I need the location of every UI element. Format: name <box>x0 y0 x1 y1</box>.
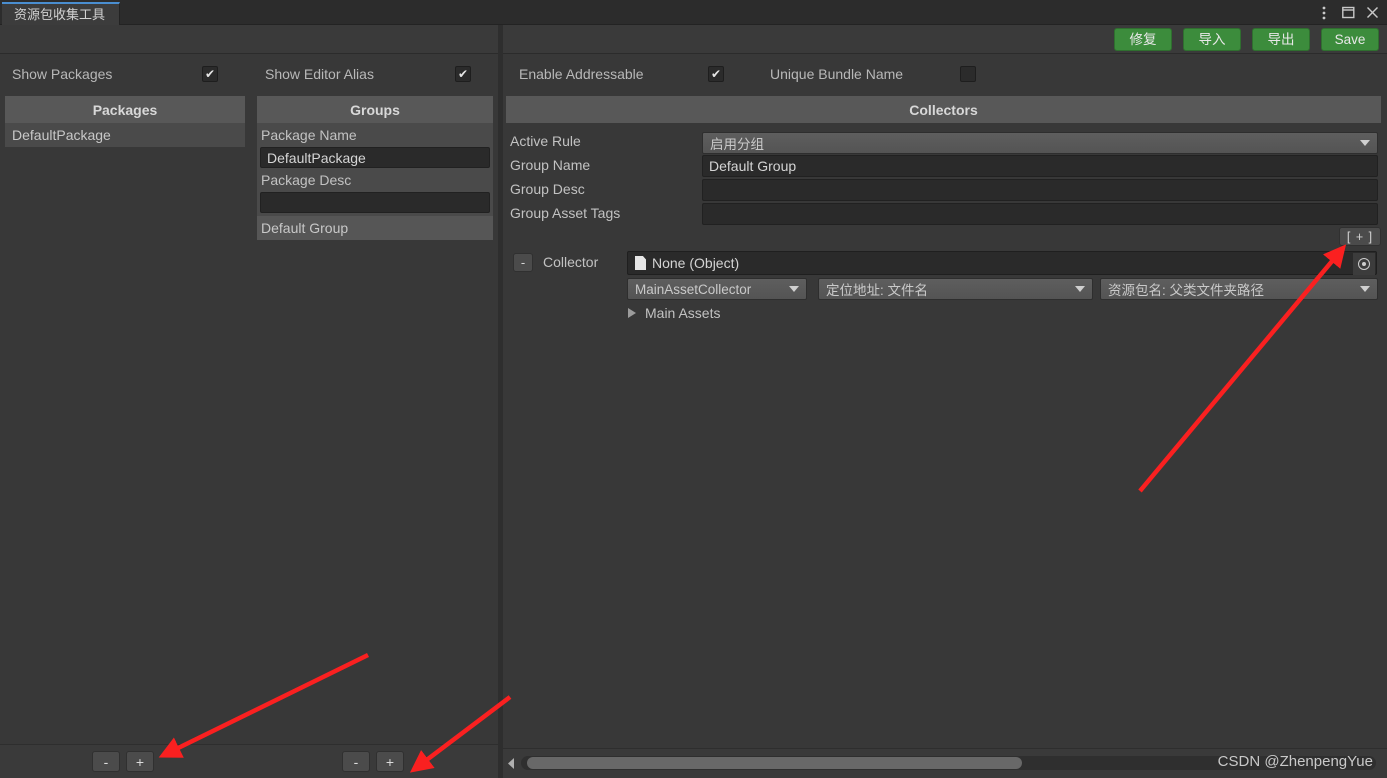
object-picker-icon[interactable] <box>1353 253 1375 275</box>
options-row: Show Packages Show Editor Alias Enable A… <box>0 54 1387 94</box>
group-list-item-label: Default Group <box>261 220 349 236</box>
asset-bundle-collector-window: 资源包收集工具 修复 导入 导出 Save Show Packages ✔ Sh… <box>0 0 1387 778</box>
export-button[interactable]: 导出 <box>1252 28 1310 51</box>
save-button[interactable]: Save <box>1321 28 1379 51</box>
package-name-label: Package Name <box>261 127 357 143</box>
packages-panel: Packages DefaultPackage <box>5 96 245 147</box>
checkbox-show-editor-alias-wrap <box>455 54 471 94</box>
main-assets-label: Main Assets <box>645 305 721 321</box>
panel-divider[interactable] <box>498 25 503 778</box>
watermark-text: CSDN @ZhenpengYue <box>1217 753 1373 770</box>
pack-rule-dropdown[interactable]: 资源包名: 父类文件夹路径 <box>1100 278 1378 300</box>
add-package-button[interactable]: + <box>126 751 154 772</box>
collector-type-value: MainAssetCollector <box>635 281 752 297</box>
option-show-editor-alias-label: Show Editor Alias <box>265 66 374 82</box>
active-rule-label: Active Rule <box>510 133 581 149</box>
chevron-down-icon <box>1075 286 1085 292</box>
tab-asset-bundle-collector[interactable]: 资源包收集工具 <box>2 2 121 25</box>
list-item[interactable]: Default Group <box>257 216 493 240</box>
collector-object-field[interactable]: None (Object) <box>627 251 1377 275</box>
package-list-item-label: DefaultPackage <box>12 127 111 143</box>
collector-label: Collector <box>543 254 599 270</box>
maximize-icon[interactable] <box>1337 2 1359 24</box>
chevron-down-icon <box>789 286 799 292</box>
remove-package-button[interactable]: - <box>92 751 120 772</box>
bottom-left-toolbar: - + - + <box>0 744 498 778</box>
chevron-down-icon <box>1360 140 1370 146</box>
groups-panel-header: Groups <box>257 96 493 123</box>
tab-label: 资源包收集工具 <box>14 7 106 22</box>
main-assets-foldout[interactable]: Main Assets <box>628 305 720 321</box>
package-name-input[interactable]: DefaultPackage <box>260 147 490 168</box>
active-rule-dropdown[interactable]: 启用分组 <box>702 132 1378 154</box>
option-unique-bundle-name: Unique Bundle Name <box>770 54 903 94</box>
option-unique-bundle-name-label: Unique Bundle Name <box>770 66 904 82</box>
group-desc-input[interactable] <box>702 179 1378 201</box>
collectors-panel-header: Collectors <box>506 96 1381 123</box>
package-desc-label: Package Desc <box>261 172 352 188</box>
close-icon[interactable] <box>1361 2 1383 24</box>
groups-panel-body: Package Name DefaultPackage Package Desc… <box>257 123 493 240</box>
group-name-input[interactable]: Default Group <box>702 155 1378 177</box>
checkbox-enable-addressable-wrap <box>708 54 724 94</box>
window-controls <box>1313 0 1383 25</box>
toolbar-buttons: 修复 导入 导出 Save <box>1114 28 1379 51</box>
scroll-left-icon[interactable] <box>503 749 519 778</box>
group-desc-label: Group Desc <box>510 181 585 197</box>
collectors-panel: Collectors <box>506 96 1381 123</box>
groups-panel: Groups Package Name DefaultPackage Packa… <box>257 96 493 240</box>
option-show-packages-label: Show Packages <box>12 66 113 82</box>
document-icon <box>635 256 646 270</box>
collector-object-value: None (Object) <box>652 255 740 271</box>
collector-type-dropdown[interactable]: MainAssetCollector <box>627 278 807 300</box>
horizontal-scrollbar-thumb[interactable] <box>527 757 1022 769</box>
title-bar: 资源包收集工具 <box>0 0 1387 25</box>
checkbox-show-packages-wrap <box>202 54 218 94</box>
repair-button[interactable]: 修复 <box>1114 28 1172 51</box>
toolbar: 修复 导入 导出 Save <box>0 25 1387 54</box>
active-rule-value: 启用分组 <box>710 137 764 152</box>
packages-add-remove-group: - + <box>92 751 154 772</box>
arrow-to-add-package <box>158 652 369 758</box>
list-item[interactable]: DefaultPackage <box>5 123 245 147</box>
remove-collector-button[interactable]: - <box>513 253 533 272</box>
chevron-down-icon <box>1360 286 1370 292</box>
option-enable-addressable: Enable Addressable <box>519 54 644 94</box>
checkbox-unique-bundle-name[interactable] <box>960 66 976 82</box>
group-name-label: Group Name <box>510 157 591 173</box>
packages-panel-header: Packages <box>5 96 245 123</box>
import-button[interactable]: 导入 <box>1183 28 1241 51</box>
groups-add-remove-group: - + <box>342 751 404 772</box>
pack-rule-value: 资源包名: 父类文件夹路径 <box>1108 283 1265 298</box>
group-asset-tags-label: Group Asset Tags <box>510 205 621 221</box>
checkbox-unique-bundle-name-wrap <box>960 54 976 94</box>
checkbox-show-editor-alias[interactable] <box>455 66 471 82</box>
address-rule-value: 定位地址: 文件名 <box>826 283 929 298</box>
menu-dots-icon[interactable] <box>1313 2 1335 24</box>
option-enable-addressable-label: Enable Addressable <box>519 66 644 82</box>
group-asset-tags-input[interactable] <box>702 203 1378 225</box>
remove-group-button[interactable]: - <box>342 751 370 772</box>
address-rule-dropdown[interactable]: 定位地址: 文件名 <box>818 278 1093 300</box>
checkbox-show-packages[interactable] <box>202 66 218 82</box>
picker-dot <box>1362 262 1366 266</box>
add-collector-button[interactable]: [ + ] <box>1339 227 1381 246</box>
bottom-right-scrollbar-area: CSDN @ZhenpengYue <box>503 748 1387 778</box>
checkbox-enable-addressable[interactable] <box>708 66 724 82</box>
add-group-button[interactable]: + <box>376 751 404 772</box>
package-desc-input[interactable] <box>260 192 490 213</box>
chevron-right-icon <box>628 308 636 318</box>
option-show-packages: Show Packages <box>12 54 112 94</box>
picker-ring <box>1358 258 1370 270</box>
option-show-editor-alias: Show Editor Alias <box>265 54 374 94</box>
